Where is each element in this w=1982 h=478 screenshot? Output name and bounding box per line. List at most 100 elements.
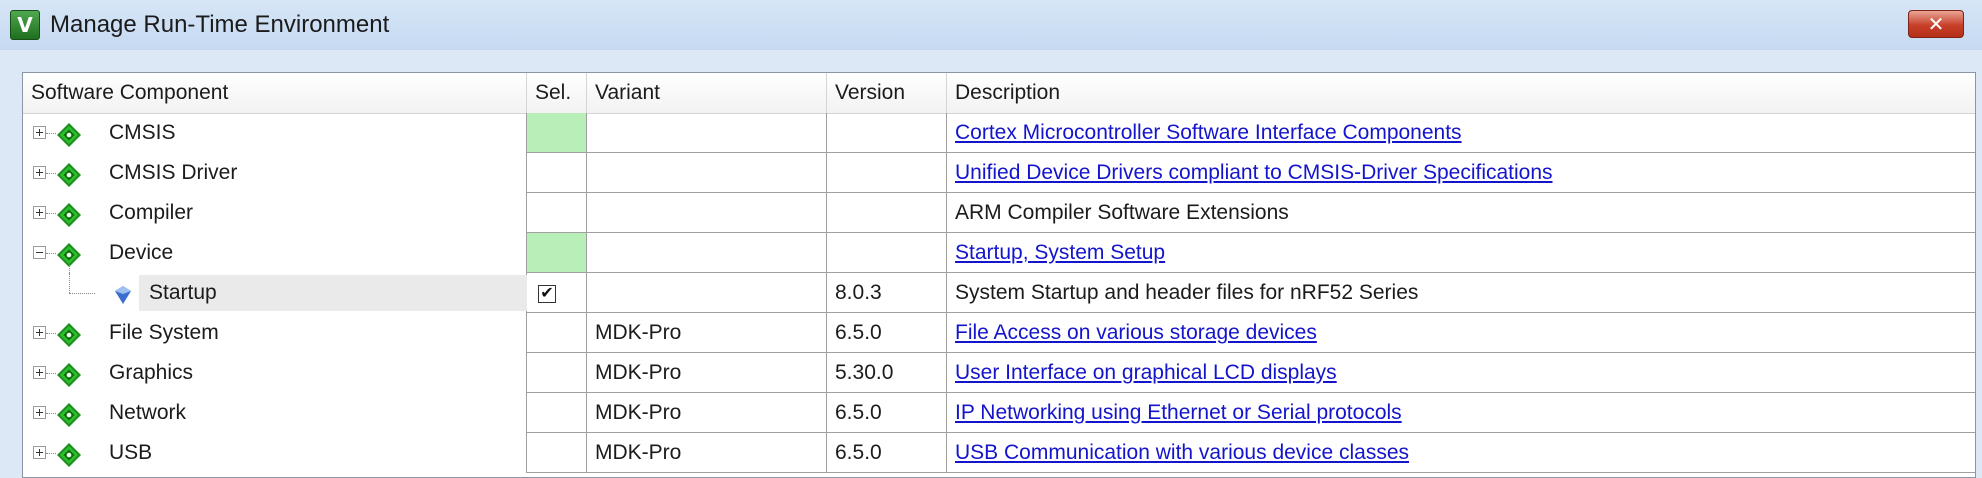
version-cell: 6.5.0 [827, 433, 947, 473]
tree-connector [46, 253, 56, 255]
sel-cell[interactable] [527, 153, 587, 193]
table-row[interactable]: USB MDK-Pro 6.5.0 USB Communication with va… [23, 433, 1975, 473]
app-icon-glyph: V [17, 13, 33, 37]
sel-cell[interactable] [527, 233, 587, 273]
component-gem-icon [57, 361, 81, 387]
component-cell: File System [23, 313, 527, 353]
description-link[interactable]: Startup, System Setup [955, 241, 1165, 264]
variant-cell[interactable]: MDK-Pro [587, 433, 827, 473]
sel-cell[interactable] [527, 313, 587, 353]
variant-cell[interactable]: MDK-Pro [587, 353, 827, 393]
version-cell: 5.30.0 [827, 353, 947, 393]
app-icon: V [10, 10, 40, 40]
component-name: Network [109, 401, 187, 424]
variant-cell[interactable]: MDK-Pro [587, 313, 827, 353]
component-cell: CMSIS Driver [23, 153, 527, 193]
select-checkbox[interactable]: ✔ [538, 283, 556, 303]
description-cell: ARM Compiler Software Extensions [947, 193, 1975, 233]
version-cell: 8.0.3 [827, 273, 947, 313]
table-row[interactable]: CMSIS Driver Unified Device Drivers compl… [23, 153, 1975, 193]
table-row[interactable]: CMSIS Cortex Microcontroller Software Int… [23, 113, 1975, 153]
component-gem-icon [57, 321, 81, 347]
blue-diamond-icon [113, 279, 133, 304]
sel-cell[interactable] [527, 353, 587, 393]
component-cell: Compiler [23, 193, 527, 233]
variant-cell[interactable] [587, 233, 827, 273]
table-row[interactable]: Device Startup, System Setup [23, 233, 1975, 293]
description-link[interactable]: IP Networking using Ethernet or Serial p… [955, 401, 1402, 424]
description-link[interactable]: User Interface on graphical LCD displays [955, 361, 1337, 384]
close-button[interactable]: ✕ [1908, 10, 1964, 38]
tree-connector [46, 213, 56, 215]
variant-cell[interactable] [587, 193, 827, 233]
version-cell [827, 153, 947, 193]
expand-icon[interactable] [33, 406, 46, 419]
version-cell [827, 113, 947, 153]
description-text: System Startup and header files for nRF5… [955, 281, 1419, 304]
description-cell: USB Communication with various device cl… [947, 433, 1975, 473]
expand-icon[interactable] [33, 166, 46, 179]
version-cell: 6.5.0 [827, 313, 947, 353]
tree-connector [46, 133, 56, 135]
tree-connector [46, 173, 56, 175]
expand-icon[interactable] [33, 126, 46, 139]
variant-cell[interactable] [587, 113, 827, 153]
component-gem-icon [57, 441, 81, 467]
title-bar[interactable]: V Manage Run-Time Environment ✕ [0, 0, 1982, 50]
table-header: Software Component Sel. Variant Version … [23, 73, 1975, 114]
tree-connector [46, 333, 56, 335]
component-tree-table: Software Component Sel. Variant Version … [22, 72, 1976, 478]
component-name: Startup [149, 281, 217, 304]
component-gem-icon [57, 241, 81, 267]
column-header-sel[interactable]: Sel. [527, 73, 587, 113]
component-name: USB [109, 441, 153, 464]
description-link[interactable]: Unified Device Drivers compliant to CMSI… [955, 161, 1553, 184]
component-name: CMSIS Driver [109, 161, 238, 184]
sel-cell[interactable] [527, 393, 587, 433]
description-cell: System Startup and header files for nRF5… [947, 273, 1975, 313]
column-header-component[interactable]: Software Component [23, 73, 527, 113]
manage-rte-window: V Manage Run-Time Environment ✕ Software… [0, 0, 1982, 478]
component-name: Device [109, 241, 174, 264]
component-name: File System [109, 321, 219, 344]
expand-icon[interactable] [33, 446, 46, 459]
tree-connector [46, 453, 56, 455]
component-cell: Device [23, 233, 527, 293]
component-gem-icon [57, 201, 81, 227]
table-row[interactable]: Network MDK-Pro 6.5.0 IP Networking using E… [23, 393, 1975, 433]
description-link[interactable]: USB Communication with various device cl… [955, 441, 1409, 464]
component-cell: Graphics [23, 353, 527, 393]
column-header-version[interactable]: Version [827, 73, 947, 113]
variant-cell[interactable] [587, 153, 827, 193]
table-row[interactable]: Graphics MDK-Pro 5.30.0 User Interface on g… [23, 353, 1975, 393]
description-cell: Startup, System Setup [947, 233, 1975, 273]
column-header-variant[interactable]: Variant [587, 73, 827, 113]
column-header-description[interactable]: Description [947, 73, 1975, 113]
description-link[interactable]: File Access on various storage devices [955, 321, 1317, 344]
tree-connector [46, 413, 56, 415]
variant-cell[interactable]: MDK-Pro [587, 393, 827, 433]
sel-cell[interactable] [527, 433, 587, 473]
sel-cell[interactable] [527, 113, 587, 153]
component-gem-icon [57, 121, 81, 147]
component-gem-icon [57, 401, 81, 427]
description-cell: User Interface on graphical LCD displays [947, 353, 1975, 393]
component-cell: USB [23, 433, 527, 473]
sel-cell[interactable]: ✔ [527, 273, 587, 313]
collapse-icon[interactable] [33, 246, 46, 259]
component-name: CMSIS [109, 121, 176, 144]
table-row[interactable]: File System MDK-Pro 6.5.0 File Access on va… [23, 313, 1975, 353]
expand-icon[interactable] [33, 206, 46, 219]
variant-cell[interactable] [587, 273, 827, 313]
description-link[interactable]: Cortex Microcontroller Software Interfac… [955, 121, 1462, 144]
tree-connector [46, 373, 56, 375]
component-cell: Startup [23, 273, 527, 313]
version-cell [827, 233, 947, 273]
version-cell: 6.5.0 [827, 393, 947, 433]
expand-icon[interactable] [33, 326, 46, 339]
component-cell: CMSIS [23, 113, 527, 153]
table-row[interactable]: Startup ✔ 8.0.3 System Startup and header f… [23, 273, 1975, 313]
table-row[interactable]: Compiler ARM Compiler Software Extensions [23, 193, 1975, 233]
sel-cell[interactable] [527, 193, 587, 233]
expand-icon[interactable] [33, 366, 46, 379]
